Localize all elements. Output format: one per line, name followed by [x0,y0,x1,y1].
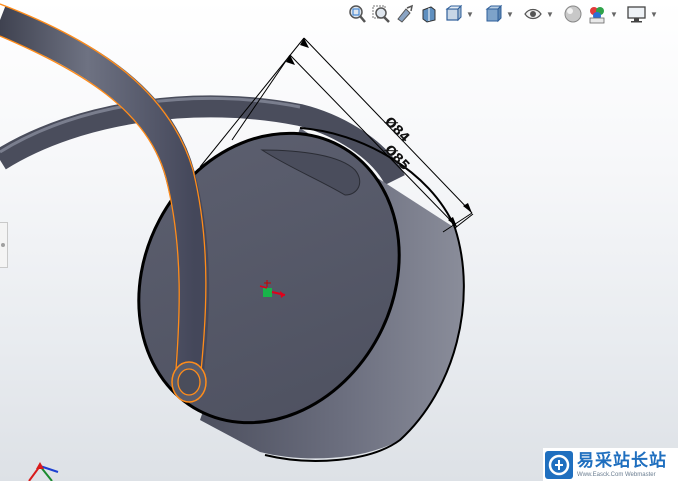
monitor-icon [627,6,646,23]
watermark-subtitle: Www.Easck.Com Webmaster [577,471,656,478]
section-view-button[interactable] [418,3,440,25]
watermark-logo-icon [548,454,570,475]
display-style-button[interactable] [482,3,504,25]
view-settings-button[interactable] [626,3,648,25]
panel-tab-grip [1,243,5,247]
collapsed-panel-tab[interactable] [0,222,8,268]
view-settings-dropdown[interactable]: ▼ [650,3,658,25]
zoom-to-fit-button[interactable] [346,3,368,25]
model-canvas[interactable]: Ø84 Ø85 [0,0,678,482]
display-style-icon [485,4,503,23]
appearance-sphere-icon [564,5,582,23]
view-triad-icon[interactable] [28,462,59,482]
heads-up-view-toolbar: ▼ ▼ ▼ ▼ ▼ [346,2,658,26]
section-view-icon [422,6,436,23]
previous-view-icon [397,4,414,23]
edit-appearance-button[interactable] [562,3,584,25]
zoom-to-area-button[interactable] [370,3,392,25]
display-style-dropdown[interactable]: ▼ [506,3,514,25]
eye-icon [524,8,542,20]
watermark: 易采站长站 Www.Easck.Com Webmaster [543,448,678,481]
graphics-viewport[interactable]: Ø84 Ø85 [0,0,678,482]
hide-show-items-button[interactable] [522,3,544,25]
zoom-to-fit-icon [349,5,366,23]
scene-icon [589,7,605,24]
dimension-label-84[interactable]: Ø84 [381,114,412,145]
zoom-to-area-icon [372,5,390,23]
view-orientation-button[interactable] [442,3,464,25]
apply-scene-button[interactable] [586,3,608,25]
previous-view-button[interactable] [394,3,416,25]
view-orientation-icon [445,4,463,22]
view-orientation-dropdown[interactable]: ▼ [466,3,474,25]
watermark-title: 易采站长站 [577,450,667,471]
hide-show-items-dropdown[interactable]: ▼ [546,3,554,25]
apply-scene-dropdown[interactable]: ▼ [610,3,618,25]
tube-end-inner-ring[interactable] [177,368,201,396]
watermark-logo [545,450,573,479]
